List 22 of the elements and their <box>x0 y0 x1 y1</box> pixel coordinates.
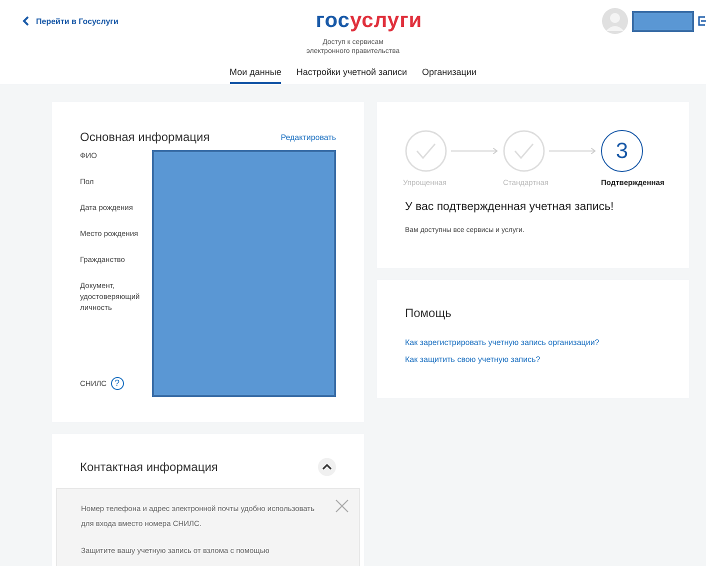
collapse-button[interactable] <box>318 458 336 476</box>
status-heading: У вас подтвержденная учетная запись! <box>405 201 615 213</box>
avatar-icon <box>602 8 628 34</box>
redaction-block <box>632 10 694 32</box>
edit-link[interactable]: Редактировать <box>280 132 336 142</box>
card-title: Контактная информация <box>80 460 218 474</box>
tab[interactable]: Настройки учетной записи <box>296 64 408 84</box>
step-number: 3 <box>601 130 643 172</box>
back-link[interactable]: Перейти в Госуслуги <box>22 16 222 26</box>
card-title: Основная информация <box>80 130 210 144</box>
exit-icon[interactable] <box>698 15 706 27</box>
help-link[interactable]: Как защитить свою учетную запись? <box>405 355 661 364</box>
card-title: Помощь <box>405 306 452 320</box>
arrow-icon <box>549 147 597 155</box>
tab[interactable]: Мои данные <box>230 64 282 84</box>
arrow-icon <box>451 147 499 155</box>
tab[interactable]: Организации <box>422 64 476 84</box>
chevron-icon <box>322 464 332 470</box>
logo: госуслуги <box>316 9 422 33</box>
help-link[interactable]: Как зарегистрировать учетную запись организации? <box>405 338 661 347</box>
chevron-left-icon <box>22 16 30 26</box>
help-icon[interactable]: ? <box>110 376 124 390</box>
